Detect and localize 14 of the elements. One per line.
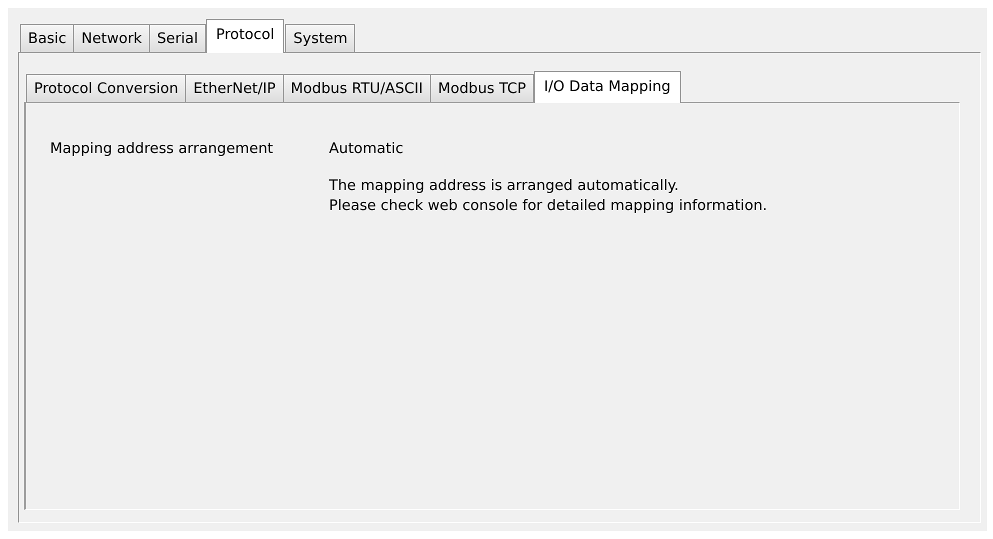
tab[interactable]: Network — [73, 24, 150, 52]
tab[interactable]: System — [285, 24, 356, 52]
tab[interactable]: EtherNet/IP — [185, 74, 284, 102]
description-text: The mapping address is arranged automatically. — [329, 178, 680, 194]
tab[interactable]: Modbus RTU/ASCII — [282, 74, 431, 102]
tab[interactable]: Modbus TCP — [430, 74, 534, 102]
tab[interactable]: Protocol — [206, 19, 284, 53]
setting-label: Mapping address arrangement — [50, 141, 274, 159]
description-text: Please check web console for detailed mapping information. — [329, 198, 768, 214]
setting-value: Automatic — [329, 141, 404, 157]
tab[interactable]: Basic — [20, 24, 74, 52]
tab[interactable]: Protocol Conversion — [26, 74, 186, 102]
tab[interactable]: Serial — [148, 24, 206, 52]
tab[interactable]: I/O Data Mapping — [534, 71, 681, 103]
